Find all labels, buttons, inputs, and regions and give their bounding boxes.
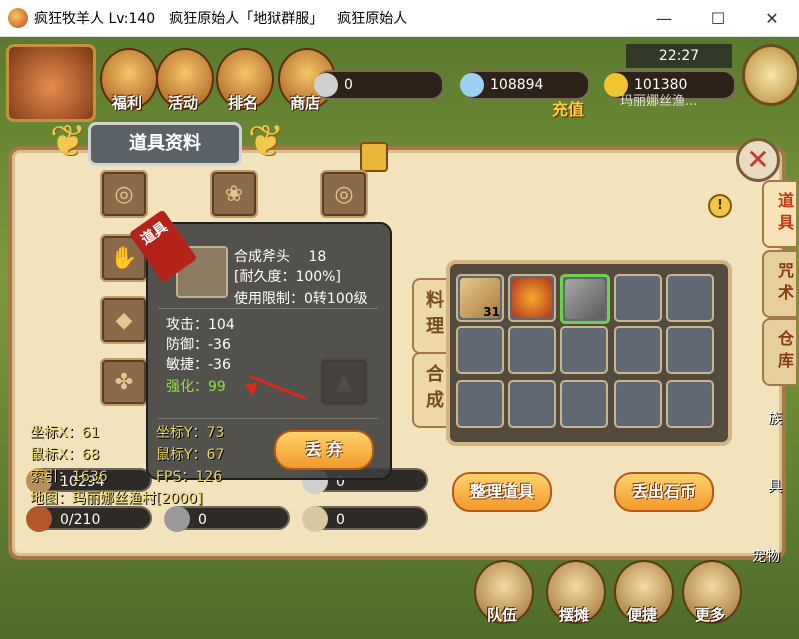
mouse-x: 鼠标X：68 [30, 447, 100, 463]
bag-slot[interactable] [508, 326, 556, 374]
tab-cooking[interactable]: 料理 [412, 278, 448, 354]
info-icon[interactable]: ! [708, 194, 732, 218]
title-player: 疯狂牧羊人 Lv:140 [34, 11, 156, 27]
bag-slot[interactable]: 31 [456, 274, 504, 322]
axe-icon [565, 279, 605, 319]
right-label-clan[interactable]: 族 [768, 408, 782, 428]
index-readout: 索引：1636 [30, 469, 108, 485]
tab-spells[interactable]: 咒术 [762, 250, 798, 318]
app-icon [8, 8, 28, 28]
compass-icon[interactable] [742, 44, 799, 106]
bag-slot[interactable] [614, 326, 662, 374]
title-game: 疯狂原始人 [337, 11, 408, 27]
bag-slot[interactable] [560, 380, 608, 428]
window-titlebar: 疯狂牧羊人 Lv:140 疯狂原始人「地狱群服」 疯狂原始人 — ☐ ✕ [0, 0, 799, 37]
event-label: 活动 [167, 94, 198, 112]
right-label-pet[interactable]: 宠物 [752, 546, 780, 566]
diamond-value: 108894 [490, 77, 544, 93]
close-panel-button[interactable]: ✕ [736, 138, 780, 182]
bag-slot[interactable] [666, 274, 714, 322]
meat-value: 0/210 [60, 512, 101, 528]
bag-slot[interactable] [456, 380, 504, 428]
close-window-button[interactable]: ✕ [745, 0, 799, 36]
equip-slot-boots[interactable]: ✤ [100, 358, 148, 406]
window-controls: — ☐ ✕ [637, 0, 799, 36]
fps-readout: FPS：126 [156, 469, 223, 485]
right-wing-icon: ❦ [247, 116, 285, 167]
mouse-y: 鼠标Y：67 [156, 447, 225, 463]
equip-slot-ring[interactable]: ◎ [100, 170, 148, 218]
bag-slot[interactable] [508, 274, 556, 322]
panel-title: 道具资料 [88, 122, 242, 166]
item-agility: 敏捷：-36 [166, 357, 231, 373]
ranking-label: 排名 [227, 94, 258, 112]
item-name: 合成斧头 [234, 249, 290, 265]
tab-items[interactable]: 道具 [762, 180, 798, 248]
bag-slot[interactable] [666, 380, 714, 428]
meat-icon [26, 506, 52, 532]
item-durability: [耐久度：100%] [234, 269, 341, 285]
shortcut-label: 便捷 [626, 606, 657, 624]
left-wing-icon: ❦ [49, 116, 87, 167]
bag-grid: 31 [446, 260, 732, 446]
bag-slot-selected[interactable] [560, 274, 610, 324]
bag-slot[interactable] [456, 326, 504, 374]
item-defense: 防御：-36 [166, 337, 231, 353]
game-clock: 22:27 [626, 44, 732, 68]
item-count: 31 [483, 305, 500, 319]
equip-slot-ring-2[interactable]: ◎ [320, 170, 368, 218]
silver-value: 0 [344, 77, 353, 93]
equip-slot-armor[interactable]: ◆ [100, 296, 148, 344]
diamond-icon [460, 73, 484, 97]
meat-counter: 0/210 [26, 506, 152, 532]
coord-x: 坐标X：61 [30, 425, 100, 441]
player-avatar[interactable] [6, 44, 96, 122]
silver-counter: 0 [314, 70, 444, 100]
maximize-button[interactable]: ☐ [691, 0, 745, 36]
divider [158, 418, 378, 419]
shell-icon [302, 506, 328, 532]
title-server: 疯狂原始人「地狱群服」 [169, 11, 324, 27]
tab-storage[interactable]: 仓库 [762, 318, 798, 386]
item-enhance: 强化：99 [166, 379, 226, 395]
equip-slot-necklace[interactable]: ❀ [210, 170, 258, 218]
shell-value: 0 [336, 512, 345, 528]
lock-icon[interactable] [360, 142, 388, 172]
tool-counter: 0 [164, 506, 290, 532]
bag-slot[interactable] [560, 326, 608, 374]
more-label: 更多 [694, 606, 725, 624]
item-name-row: 合成斧头 18 [234, 246, 326, 266]
sort-items-button[interactable]: 整理道具 [452, 472, 552, 512]
tool-icon [164, 506, 190, 532]
coord-y: 坐标Y：73 [156, 425, 225, 441]
bag-slot[interactable] [508, 380, 556, 428]
stall-label: 摆摊 [558, 606, 589, 624]
item-attack: 攻击：104 [166, 317, 235, 333]
location-text: 玛丽娜丝渔... [620, 94, 698, 109]
tool-value: 0 [198, 512, 207, 528]
bag-slot[interactable] [614, 380, 662, 428]
charge-button[interactable]: 充值 [552, 96, 584, 120]
map-readout: 地图：玛丽娜丝渔村[2000] [30, 491, 203, 507]
shell-counter: 0 [302, 506, 428, 532]
silver-coin-icon [314, 73, 338, 97]
welfare-label: 福利 [111, 94, 142, 112]
divider [158, 308, 378, 309]
discard-button[interactable]: 丢 弃 [274, 430, 374, 470]
drop-stone-button[interactable]: 丢出石币 [614, 472, 714, 512]
fruit-bag-icon [512, 278, 552, 318]
bag-slot[interactable] [614, 274, 662, 322]
item-limit: 使用限制：0转100级 [234, 291, 368, 307]
item-level: 18 [308, 249, 327, 265]
team-label: 队伍 [486, 606, 517, 624]
bag-slot[interactable] [666, 326, 714, 374]
right-label-tool[interactable]: 具 [768, 476, 782, 496]
minimize-button[interactable]: — [637, 0, 691, 36]
tab-craft[interactable]: 合成 [412, 352, 448, 428]
